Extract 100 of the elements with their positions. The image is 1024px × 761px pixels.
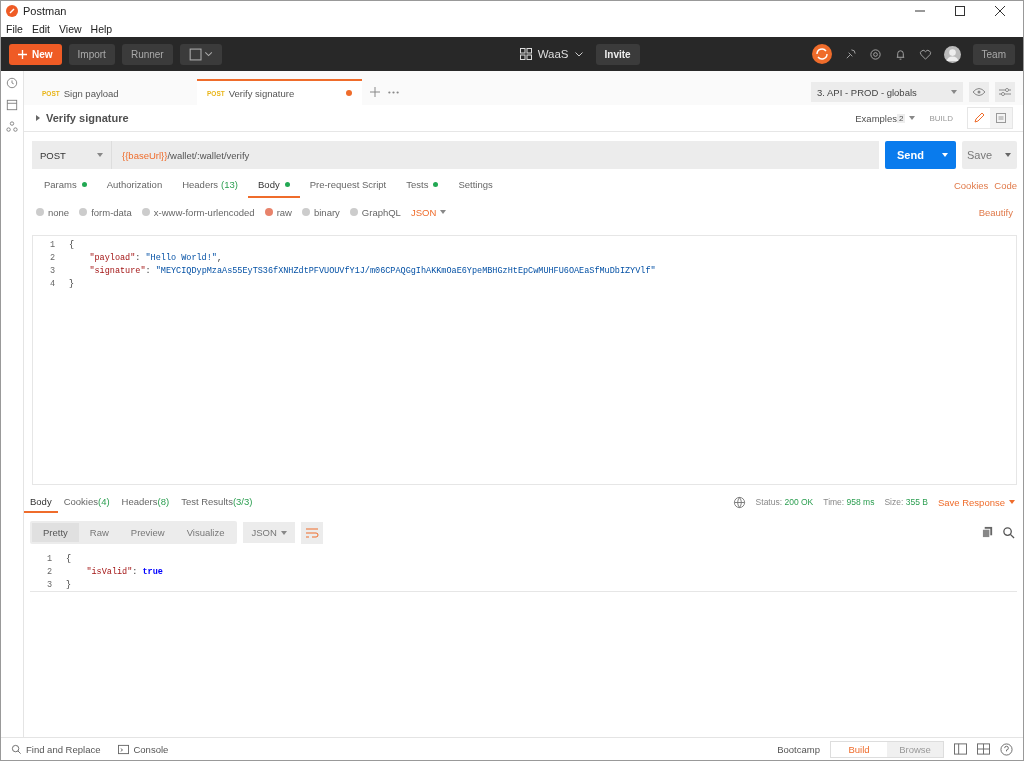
caret-icon xyxy=(440,210,447,214)
new-button[interactable]: New xyxy=(9,43,62,65)
caret-icon xyxy=(97,153,103,157)
add-tab-icon[interactable] xyxy=(370,87,380,97)
grid-icon xyxy=(519,48,532,60)
settings-sliders-button[interactable] xyxy=(995,82,1015,102)
save-response-dropdown[interactable]: Save Response xyxy=(937,496,1015,508)
request-body-editor[interactable]: 1 { 2 "payload": "Hello World!", 3 "signature": "MEYCIQDypMzaAs55EyTS36fXNHZdtPFVUOUVfY1J/m06CPAQGgIhAKKmOaE6YpeMBHGzHtEpCwMUHFU6OAEaSfMuDbIZYVlf" 4 } xyxy=(32,235,1017,485)
examples-dropdown[interactable]: Examples 2 xyxy=(855,112,916,124)
code-line: } xyxy=(69,278,75,289)
response-stat: Status: 200 OK xyxy=(755,497,814,507)
caret-icon xyxy=(280,530,287,535)
request-title[interactable]: Verify signature xyxy=(46,112,129,124)
line-number: 2 xyxy=(45,566,53,577)
body-type-radio[interactable]: GraphQL xyxy=(349,206,401,218)
wrap-icon xyxy=(304,526,319,539)
search-icon[interactable] xyxy=(1002,526,1015,539)
chevron-down-icon xyxy=(574,51,583,57)
import-button[interactable]: Import xyxy=(68,43,115,65)
sync-icon[interactable] xyxy=(811,44,832,64)
response-stat: Time: 958 ms xyxy=(823,497,875,507)
sliders-icon xyxy=(998,87,1012,97)
caret-icon xyxy=(942,153,948,157)
runner-button[interactable]: Runner xyxy=(121,43,173,65)
caret-icon xyxy=(909,116,916,120)
code-line: } xyxy=(66,579,72,590)
plus-icon xyxy=(18,49,27,59)
response-section-tab[interactable]: Test Results(3/3) xyxy=(175,491,259,513)
code-line: { xyxy=(66,553,72,564)
code-line: { xyxy=(69,239,75,250)
globe-icon[interactable] xyxy=(732,495,746,509)
response-section-tab[interactable]: Headers(8) xyxy=(115,491,176,513)
line-number: 1 xyxy=(48,239,56,250)
avatar-icon[interactable] xyxy=(943,45,961,63)
caret-icon xyxy=(951,90,957,94)
body-type-radio[interactable]: x-www-form-urlencoded xyxy=(141,206,255,218)
line-number: 2 xyxy=(48,252,56,263)
menu-item[interactable]: Edit xyxy=(31,23,50,35)
line-number: 4 xyxy=(48,278,56,289)
settings-icon[interactable] xyxy=(868,47,882,61)
code-line: "isValid": true xyxy=(85,566,163,577)
eye-button[interactable] xyxy=(969,82,989,102)
request-section-tab[interactable]: Params xyxy=(34,172,97,198)
app-logo-icon xyxy=(6,5,18,17)
request-section-tab[interactable]: Body xyxy=(248,172,300,198)
line-number: 3 xyxy=(45,579,53,590)
request-section-tab[interactable]: Settings xyxy=(448,172,503,198)
send-button[interactable]: Send xyxy=(885,141,956,169)
console-button[interactable]: Console xyxy=(118,743,169,755)
response-section-tab[interactable]: Cookies(4) xyxy=(57,491,116,513)
body-type-radio[interactable]: none xyxy=(36,206,70,218)
search-icon xyxy=(11,743,22,755)
menu-item[interactable]: File xyxy=(6,23,23,35)
code-line: "signature": "MEYCIQDypMzaAs55EyTS36fXNHZdtPFVUOUVfY1J/m06CPAQGgIhAKKmOaE6YpeMBHGzHtEpCwMUHFU6OAEaSfMuDbIZYVlf" xyxy=(88,265,656,276)
more-icon[interactable] xyxy=(388,90,399,94)
menu-item[interactable]: View xyxy=(59,23,82,35)
view-tab[interactable]: Visualize xyxy=(175,523,236,542)
grid-icon[interactable] xyxy=(977,743,990,755)
copy-icon[interactable] xyxy=(981,526,994,539)
caret-icon xyxy=(1009,500,1015,504)
request-section-tab[interactable]: Tests xyxy=(396,172,449,198)
request-section-tab[interactable]: Pre-request Script xyxy=(299,172,397,198)
window-title: Postman xyxy=(23,5,67,17)
expand-arrow-icon[interactable] xyxy=(36,115,40,121)
body-type-radio[interactable]: binary xyxy=(301,206,340,218)
build-label: BUILD xyxy=(929,113,953,123)
find-replace-button[interactable]: Find and Replace xyxy=(11,743,101,755)
collection-icon[interactable] xyxy=(6,99,18,111)
two-pane-icon[interactable] xyxy=(954,743,967,755)
body-type-radio[interactable]: form-data xyxy=(79,206,132,218)
code-line: "payload": "Hello World!", xyxy=(88,252,223,263)
request-section-tab[interactable]: Authorization xyxy=(96,172,173,198)
format-dropdown[interactable]: JSON xyxy=(410,206,447,218)
format-dropdown[interactable]: JSON xyxy=(243,522,295,543)
maximize-icon[interactable] xyxy=(955,6,965,16)
terminal-icon xyxy=(118,743,130,755)
invite-button[interactable]: Invite xyxy=(595,43,640,65)
method-dropdown[interactable]: POST xyxy=(32,141,112,169)
response-section-tab[interactable]: Body xyxy=(24,491,58,513)
bootcamp-button[interactable]: Bootcamp xyxy=(777,743,820,755)
eye-icon xyxy=(972,87,986,97)
body-type-radio[interactable]: raw xyxy=(264,206,292,218)
team-button[interactable]: Team xyxy=(972,43,1015,65)
environment-dropdown[interactable]: 3. API - PROD - globals xyxy=(811,82,963,102)
save-button[interactable]: Save xyxy=(962,141,1017,169)
view-tab[interactable]: Pretty xyxy=(32,523,79,542)
heart-icon[interactable] xyxy=(918,47,932,61)
api-icon[interactable] xyxy=(6,121,18,133)
line-number: 3 xyxy=(48,265,56,276)
close-icon[interactable] xyxy=(995,6,1005,16)
history-icon[interactable] xyxy=(6,77,18,89)
request-section-tab[interactable]: Headers (13) xyxy=(172,172,248,198)
view-tab[interactable]: Preview xyxy=(119,523,176,542)
new-window-button[interactable] xyxy=(179,43,222,65)
menu-item[interactable]: Help xyxy=(90,23,113,35)
caret-icon xyxy=(1005,153,1011,157)
workspace-button[interactable]: WaaS xyxy=(513,47,589,61)
url-field[interactable]: {{baseUrl}}/wallet/:wallet/verify xyxy=(112,141,879,169)
help-icon[interactable] xyxy=(1000,742,1013,756)
view-tab[interactable]: Raw xyxy=(78,523,120,542)
